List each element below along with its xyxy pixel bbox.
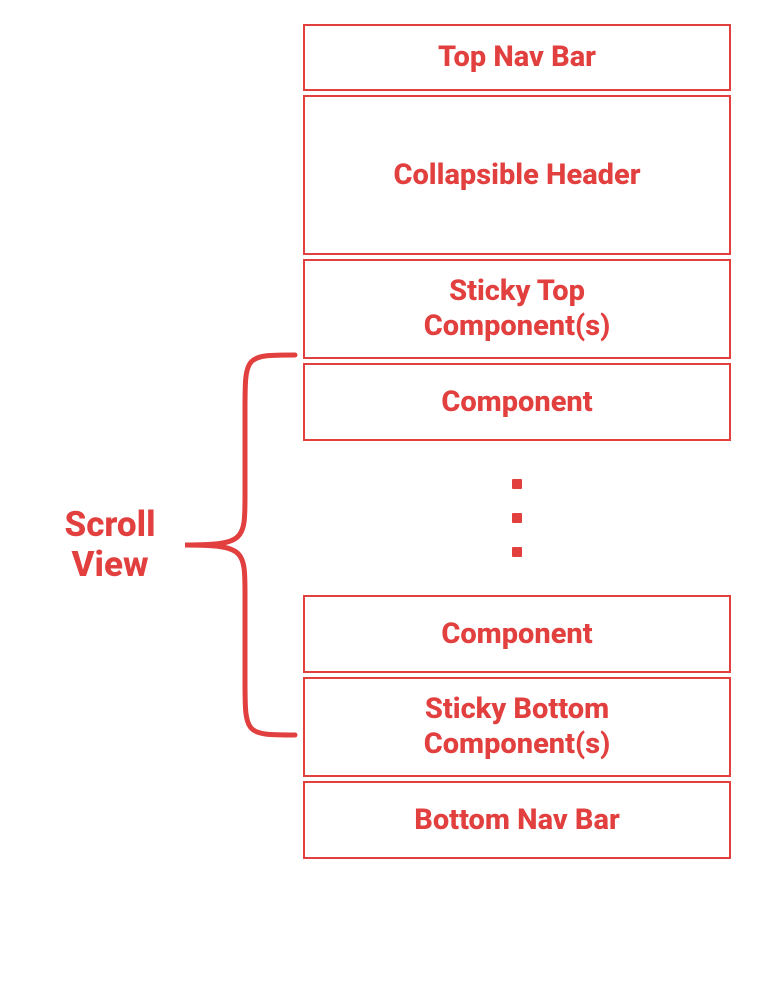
scroll-view-label-line1: Scroll [64,504,155,545]
sticky-top-label-line2: Component(s) [424,309,611,343]
bottom-nav-bar-label: Bottom Nav Bar [414,803,620,838]
sticky-bottom-label-line2: Component(s) [424,727,611,761]
dot [512,547,522,557]
sticky-bottom-box: Sticky Bottom Component(s) [303,677,731,777]
vertical-ellipsis-icon [512,479,522,557]
dot [512,479,522,489]
layout-stack: Top Nav Bar Collapsible Header Sticky To… [303,24,731,859]
bottom-nav-bar-box: Bottom Nav Bar [303,781,731,859]
sticky-top-label-line1: Sticky Top [449,274,585,308]
scroll-view-label: Scroll View [50,505,170,586]
component-label: Component [441,617,592,652]
component-label: Component [441,385,592,420]
ellipsis-gap [303,441,731,595]
collapsible-header-box: Collapsible Header [303,95,731,255]
sticky-bottom-label: Sticky Bottom Component(s) [424,692,611,762]
sticky-top-box: Sticky Top Component(s) [303,259,731,359]
curly-brace-icon [175,350,305,740]
scroll-view-label-line2: View [72,544,149,585]
component-box-bottom: Component [303,595,731,673]
sticky-top-label: Sticky Top Component(s) [424,274,611,344]
top-nav-bar-label: Top Nav Bar [438,40,596,75]
component-box-top: Component [303,363,731,441]
dot [512,513,522,523]
top-nav-bar-box: Top Nav Bar [303,24,731,91]
sticky-bottom-label-line1: Sticky Bottom [425,692,609,726]
collapsible-header-label: Collapsible Header [393,158,640,193]
